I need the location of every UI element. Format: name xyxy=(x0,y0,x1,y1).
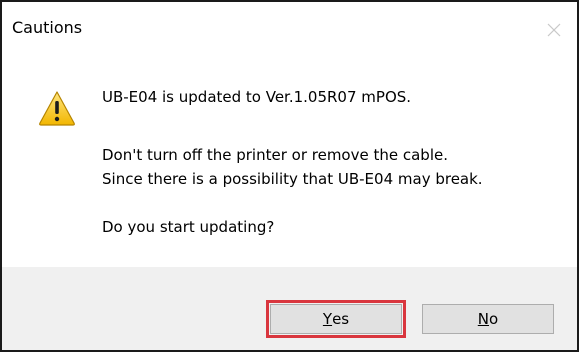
update-message: UB-E04 is updated to Ver.1.05R07 mPOS. xyxy=(102,88,412,106)
dialog-button-bar: Yes No xyxy=(2,267,577,350)
close-button[interactable] xyxy=(531,2,577,58)
cautions-dialog: Cautions UB-E04 is updated to Ver.1.05R0… xyxy=(0,0,579,352)
warning-triangle-icon xyxy=(39,91,75,126)
dialog-content: UB-E04 is updated to Ver.1.05R07 mPOS. D… xyxy=(2,58,577,267)
warning-message-line1: Don't turn off the printer or remove the… xyxy=(102,146,448,164)
close-icon xyxy=(547,23,561,37)
no-mnemonic: N xyxy=(477,310,490,328)
yes-mnemonic: Y xyxy=(322,310,333,328)
confirm-question: Do you start updating? xyxy=(102,218,275,236)
dialog-title-bar: Cautions xyxy=(2,2,577,58)
no-label-rest: o xyxy=(489,310,499,328)
yes-button[interactable]: Yes xyxy=(266,300,406,338)
yes-label-rest: es xyxy=(332,310,350,328)
no-button[interactable]: No xyxy=(422,304,554,334)
dialog-title: Cautions xyxy=(12,18,83,37)
warning-message-line2: Since there is a possibility that UB-E04… xyxy=(102,170,483,188)
